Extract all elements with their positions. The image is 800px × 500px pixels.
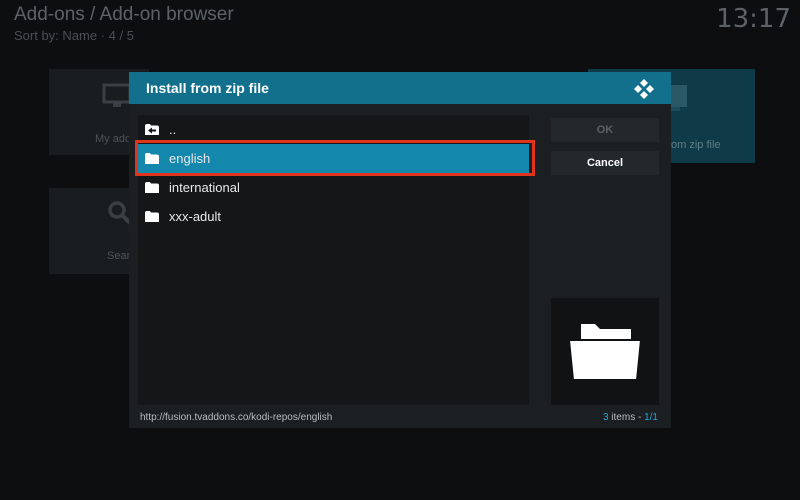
folder-preview <box>551 298 659 405</box>
dialog-title: Install from zip file <box>146 80 269 96</box>
list-item-label: xxx-adult <box>169 209 222 224</box>
clock: 13:17 <box>716 4 791 34</box>
item-count: 3 items - 1/1 <box>603 412 658 423</box>
ok-button[interactable]: OK <box>551 118 659 142</box>
kodi-logo-icon <box>634 79 654 99</box>
search-label: Sear <box>107 250 131 262</box>
window-header: Add-ons / Add-on browser Sort by: Name ·… <box>14 4 234 43</box>
current-path: http://fusion.tvaddons.co/kodi-repos/eng… <box>140 412 333 423</box>
monitor-icon <box>102 83 132 107</box>
window-title: Add-ons / Add-on browser <box>14 4 234 25</box>
list-item-international[interactable]: international <box>138 173 529 202</box>
annotation-highlight-box <box>135 140 535 176</box>
folder-up-icon <box>145 124 159 135</box>
large-folder-icon <box>569 324 641 380</box>
item-count-text: items - <box>608 412 645 423</box>
list-item-label: international <box>169 180 240 195</box>
install-from-zip-dialog: Install from zip file .. english interna… <box>129 72 671 428</box>
install-from-zip-label: om zip file <box>671 139 721 151</box>
my-addons-label: My add <box>95 133 132 145</box>
sort-info: Sort by: Name · 4 / 5 <box>14 28 134 43</box>
folder-icon <box>145 182 159 193</box>
dialog-header: Install from zip file <box>129 72 671 104</box>
list-item-xxx-adult[interactable]: xxx-adult <box>138 202 529 231</box>
folder-icon <box>145 211 159 222</box>
page-indicator: 1/1 <box>644 412 658 423</box>
cancel-button[interactable]: Cancel <box>551 151 659 175</box>
list-item-label: .. <box>169 122 177 137</box>
